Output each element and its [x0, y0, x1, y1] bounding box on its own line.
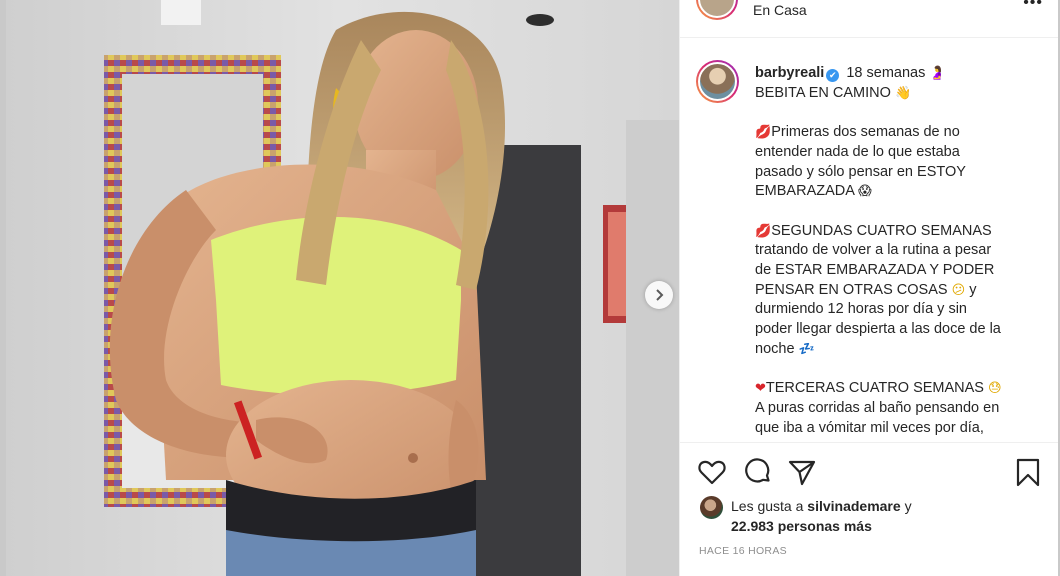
- post-actions: Les gusta a silvinademare y 22.983 perso…: [680, 442, 1059, 576]
- confused-emoji-icon: 😕: [951, 281, 966, 297]
- likes-prefix: Les gusta a: [731, 498, 804, 514]
- caption-p2-line: SEGUNDAS CUATRO SEMANAS: [771, 222, 992, 239]
- likes-suffix: y: [904, 498, 912, 514]
- lips-emoji-icon: 💋: [755, 222, 772, 238]
- sweat-emoji-icon: 😓: [988, 380, 1002, 396]
- share-icon[interactable]: [787, 457, 817, 487]
- caption-title: 18 semanas: [846, 65, 926, 81]
- lips-emoji-icon: 💋: [755, 124, 772, 140]
- caption-username[interactable]: barbyreali: [755, 65, 824, 81]
- caption-p2-line: durmiendo 12 horas por día y sin: [755, 301, 967, 318]
- scream-emoji-icon: 😱: [858, 183, 872, 199]
- heart-emoji-icon: ❤: [755, 380, 766, 396]
- author-avatar[interactable]: [696, 0, 738, 20]
- more-options-button[interactable]: •••: [1023, 0, 1043, 12]
- caption-p1-line: Primeras dos semanas de no: [771, 124, 960, 141]
- bookmark-icon[interactable]: [1013, 457, 1043, 487]
- caption-p2-line: noche: [755, 340, 795, 357]
- caption-p1-line: pasado y sólo pensar en ESTOY: [755, 163, 966, 180]
- caption-p1-line: entender nada de lo que estaba: [755, 143, 960, 160]
- caption-subtitle: BEBITA EN CAMINO: [755, 84, 891, 101]
- pregnant-emoji-icon: 🤰: [929, 65, 946, 80]
- post-timestamp[interactable]: HACE 16 HORAS: [699, 545, 787, 557]
- caption-area[interactable]: barbyreali ✔ 18 semanas 🤰 BEBITA EN CAMIN…: [680, 39, 1059, 441]
- post-photo[interactable]: [6, 0, 679, 576]
- hand-emoji-icon: 👋: [894, 84, 912, 100]
- heart-icon[interactable]: [697, 457, 727, 487]
- caption-p2-line: tratando de volver a la rutina a pesar: [755, 242, 992, 259]
- caption-p3-line: A puras corridas al baño pensando en: [755, 399, 1000, 416]
- next-photo-button[interactable]: [645, 281, 673, 309]
- caption-p3-line: TERCERAS CUATRO SEMANAS: [765, 380, 984, 397]
- chevron-right-icon: [656, 289, 664, 301]
- comment-icon[interactable]: [742, 457, 772, 487]
- sleep-emoji-icon: 💤: [798, 340, 815, 356]
- caption-p2-line: poder llegar despierta a las doce de la: [755, 321, 1001, 338]
- caption-p2-line: de ESTAR EMBARAZADA Y PODER: [755, 262, 995, 278]
- caption-avatar[interactable]: [696, 60, 739, 103]
- caption-text: barbyreali ✔ 18 semanas 🤰 BEBITA EN CAMIN…: [755, 64, 1045, 438]
- caption-p2-y: y: [969, 281, 977, 298]
- post-header: En Casa •••: [680, 0, 1059, 38]
- caption-p1-line: EMBARAZADA: [755, 183, 855, 200]
- post-photo-illustration: [6, 0, 679, 576]
- verified-badge-icon: ✔: [826, 69, 840, 82]
- caption-p2-line: PENSAR EN OTRAS COSAS: [755, 281, 948, 298]
- liker-username[interactable]: silvinademare: [807, 498, 900, 514]
- location-link[interactable]: En Casa: [753, 2, 807, 18]
- caption-p3-line: que iba a vómitar mil veces por día,: [755, 419, 984, 436]
- likes-count[interactable]: 22.983 personas más: [731, 518, 872, 534]
- likes-summary: Les gusta a silvinademare y: [731, 498, 912, 514]
- liker-avatar[interactable]: [700, 496, 723, 519]
- post-side-panel: En Casa ••• barbyreali ✔ 18 semanas 🤰 BEB…: [679, 0, 1059, 576]
